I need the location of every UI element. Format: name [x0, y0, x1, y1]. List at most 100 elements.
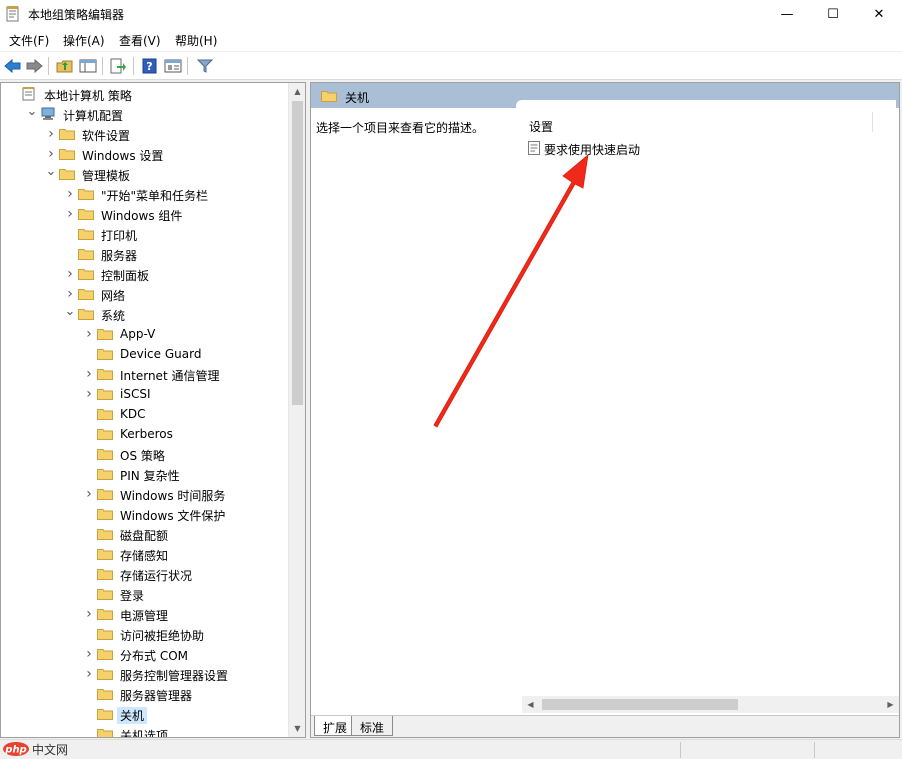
tree-item[interactable]: ⌄ 计算机配置 [1, 104, 287, 124]
menu-file[interactable]: 文件(F) [9, 32, 49, 49]
help-icon[interactable]: ? [140, 56, 160, 76]
chevron-right-icon[interactable]: › [64, 267, 76, 281]
column-header-setting[interactable]: 设置 [529, 118, 553, 135]
folder-icon [78, 229, 94, 240]
folder-icon [97, 349, 113, 360]
tree-item[interactable]: PIN 复杂性 [1, 464, 287, 484]
scroll-left-arrow-icon[interactable]: ◀ [522, 696, 539, 713]
close-button[interactable]: ✕ [856, 0, 902, 28]
tree-item-label: 服务控制管理器设置 [120, 669, 229, 683]
tree-item[interactable]: 访问被拒绝协助 [1, 624, 287, 644]
chevron-right-icon[interactable]: › [64, 187, 76, 201]
tree-item-label: 存储感知 [120, 549, 169, 563]
policy-setting-icon [528, 141, 540, 155]
folder-icon [97, 489, 113, 500]
tree-item[interactable]: 存储感知 [1, 544, 287, 564]
tree-item[interactable]: 服务器管理器 [1, 684, 287, 704]
scroll-right-arrow-icon[interactable]: ▶ [882, 696, 899, 713]
tree-item[interactable]: › 服务控制管理器设置 [1, 664, 287, 684]
console-tree[interactable]: 本地计算机 策略 ⌄ 计算机配置 › 软件设置 › Windows 设置 ⌄ 管理模板 › "开始"… [0, 82, 306, 738]
show-hide-tree-icon[interactable] [78, 56, 98, 76]
tree-item[interactable]: 磁盘配额 [1, 524, 287, 544]
folder-icon [78, 289, 94, 300]
tree-item[interactable]: › Windows 设置 [1, 144, 287, 164]
tree-vertical-scrollbar[interactable]: ▲ ▼ [288, 83, 305, 737]
chevron-right-icon[interactable]: › [83, 327, 95, 341]
tree-item[interactable]: › 软件设置 [1, 124, 287, 144]
tree-item[interactable]: › App-V [1, 324, 287, 344]
back-arrow-icon[interactable] [3, 56, 23, 76]
tree-item[interactable]: OS 策略 [1, 444, 287, 464]
tree-item[interactable]: ⌄ 管理模板 [1, 164, 287, 184]
folder-icon [97, 569, 113, 580]
chevron-down-icon[interactable]: ⌄ [64, 305, 76, 321]
tree-item[interactable]: 登录 [1, 584, 287, 604]
chevron-down-icon[interactable]: ⌄ [45, 165, 57, 181]
tree-item[interactable]: 本地计算机 策略 [1, 84, 287, 104]
tree-item[interactable]: 打印机 [1, 224, 287, 244]
toolbar-separator [48, 57, 49, 75]
tree-item[interactable]: Kerberos [1, 424, 287, 444]
tab-standard[interactable]: 标准 [351, 716, 394, 736]
forward-arrow-icon[interactable] [24, 56, 44, 76]
chevron-right-icon[interactable]: › [64, 207, 76, 221]
tree-item[interactable]: Device Guard [1, 344, 287, 364]
tree-item[interactable]: › 电源管理 [1, 604, 287, 624]
tree-item[interactable]: 存储运行状况 [1, 564, 287, 584]
chevron-right-icon[interactable]: › [83, 367, 95, 381]
menu-action[interactable]: 操作(A) [63, 32, 105, 49]
chevron-down-icon[interactable]: ⌄ [26, 105, 38, 121]
settings-horizontal-scrollbar[interactable]: ◀ ▶ [522, 696, 899, 713]
scroll-down-arrow-icon[interactable]: ▼ [289, 720, 305, 737]
chevron-right-icon[interactable]: › [45, 127, 57, 141]
folder-icon [97, 509, 113, 520]
scrollbar-thumb[interactable] [542, 699, 738, 710]
tree-item[interactable]: 服务器 [1, 244, 287, 264]
column-divider[interactable] [872, 112, 873, 132]
tree-item[interactable]: › Internet 通信管理 [1, 364, 287, 384]
chevron-right-icon[interactable]: › [83, 607, 95, 621]
up-folder-icon[interactable] [55, 56, 75, 76]
menu-view[interactable]: 查看(V) [119, 32, 161, 49]
tree-item[interactable]: › 控制面板 [1, 264, 287, 284]
chevron-right-icon[interactable]: › [83, 387, 95, 401]
chevron-right-icon[interactable]: › [83, 487, 95, 501]
chevron-right-icon[interactable]: › [45, 147, 57, 161]
tree-item[interactable]: › "开始"菜单和任务栏 [1, 184, 287, 204]
folder-icon [78, 249, 94, 260]
toolbar-separator [102, 57, 103, 75]
tree-item[interactable]: › iSCSI [1, 384, 287, 404]
tree-item[interactable]: KDC [1, 404, 287, 424]
tree-item[interactable]: 关机 [1, 704, 287, 724]
scroll-up-arrow-icon[interactable]: ▲ [289, 83, 305, 100]
folder-icon [321, 91, 337, 102]
tree-item[interactable]: 关机选项 [1, 724, 287, 737]
tree-item-label: Kerberos [120, 427, 173, 441]
tree-item-label: Windows 组件 [101, 209, 183, 223]
filter-icon[interactable] [195, 56, 215, 76]
chevron-right-icon[interactable]: › [83, 667, 95, 681]
tree-item[interactable]: › Windows 时间服务 [1, 484, 287, 504]
details-pane: 关机 选择一个项目来查看它的描述。 设置 要求使用快速启动 ◀ ▶ 扩展 标准 [310, 82, 900, 738]
scrollbar-thumb[interactable] [292, 101, 303, 405]
maximize-button[interactable]: ☐ [810, 0, 856, 28]
tree-item[interactable]: › 网络 [1, 284, 287, 304]
chevron-right-icon[interactable]: › [64, 287, 76, 301]
properties-icon[interactable] [163, 56, 183, 76]
tree-item[interactable]: › 分布式 COM [1, 644, 287, 664]
menu-help[interactable]: 帮助(H) [175, 32, 217, 49]
tree-item[interactable]: Windows 文件保护 [1, 504, 287, 524]
minimize-button[interactable]: — [764, 0, 810, 28]
tree-item-label: 服务器管理器 [120, 689, 193, 703]
tab-extended[interactable]: 扩展 [314, 716, 357, 736]
folder-icon [97, 589, 113, 600]
tree-item-label: OS 策略 [120, 449, 165, 463]
tree-item[interactable]: ⌄ 系统 [1, 304, 287, 324]
settings-list[interactable]: 设置 要求使用快速启动 [516, 100, 896, 696]
tree-item[interactable]: › Windows 组件 [1, 204, 287, 224]
chevron-right-icon[interactable]: › [83, 647, 95, 661]
export-list-icon[interactable] [108, 56, 128, 76]
